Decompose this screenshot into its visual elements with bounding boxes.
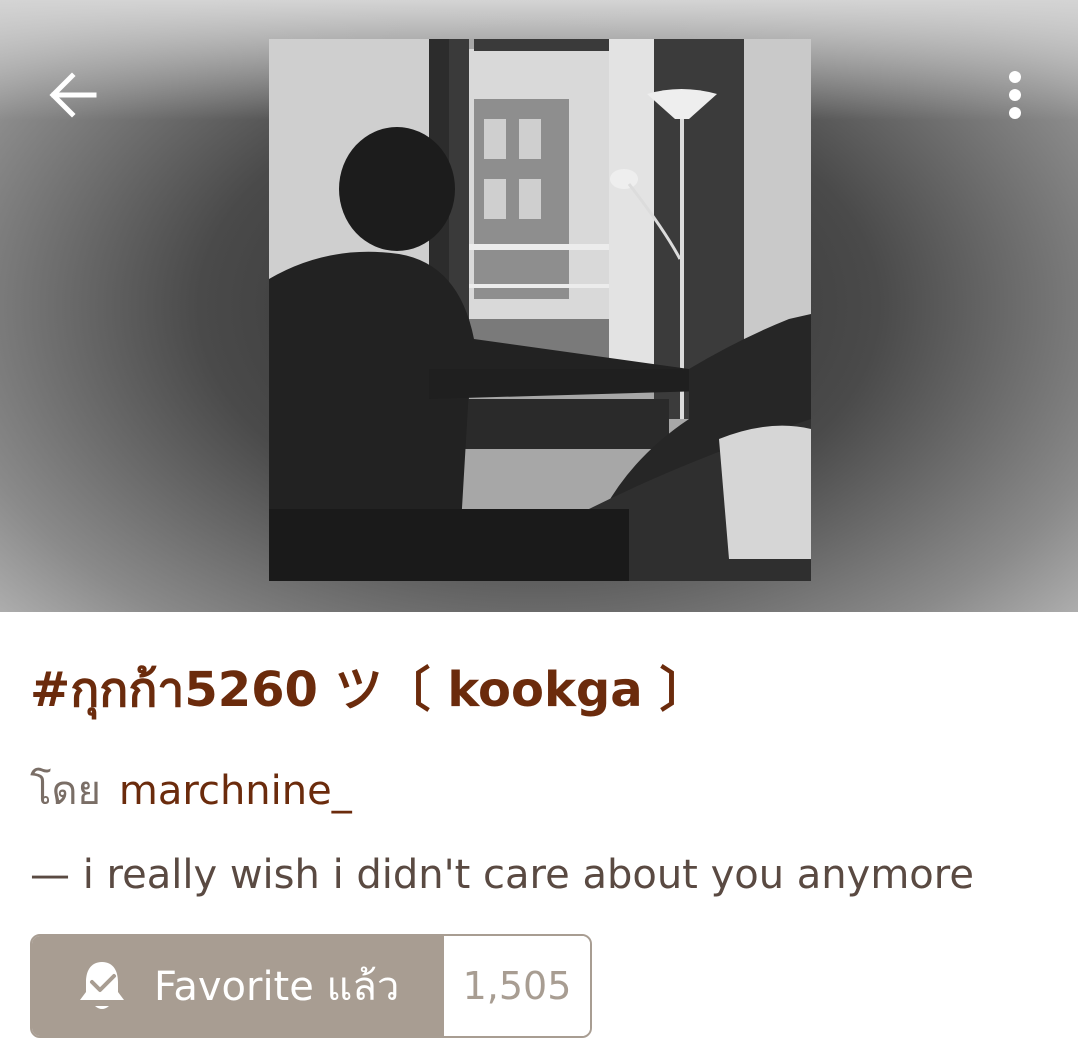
bell-check-icon [80, 962, 124, 1009]
favorite-label: Favorite แล้ว [154, 964, 400, 1010]
author-link[interactable]: marchnine_ [119, 768, 352, 814]
favorite-count: 1,505 [444, 936, 590, 1036]
more-menu-button[interactable] [990, 62, 1040, 128]
more-vertical-icon [1009, 71, 1021, 119]
favorite-button[interactable]: Favorite แล้ว [32, 936, 444, 1036]
by-label: โดย [30, 768, 101, 814]
cover-image [269, 39, 811, 581]
story-title: #กุกก้า5260 ツ〔 kookga 〕 [30, 662, 708, 718]
favorite-group: Favorite แล้ว 1,505 [30, 934, 592, 1038]
story-description: — i really wish i didn't care about you … [30, 852, 974, 898]
back-button[interactable] [40, 62, 106, 128]
cover-header [0, 0, 1078, 612]
byline: โดย marchnine_ [30, 758, 352, 822]
arrow-left-icon [49, 72, 97, 118]
